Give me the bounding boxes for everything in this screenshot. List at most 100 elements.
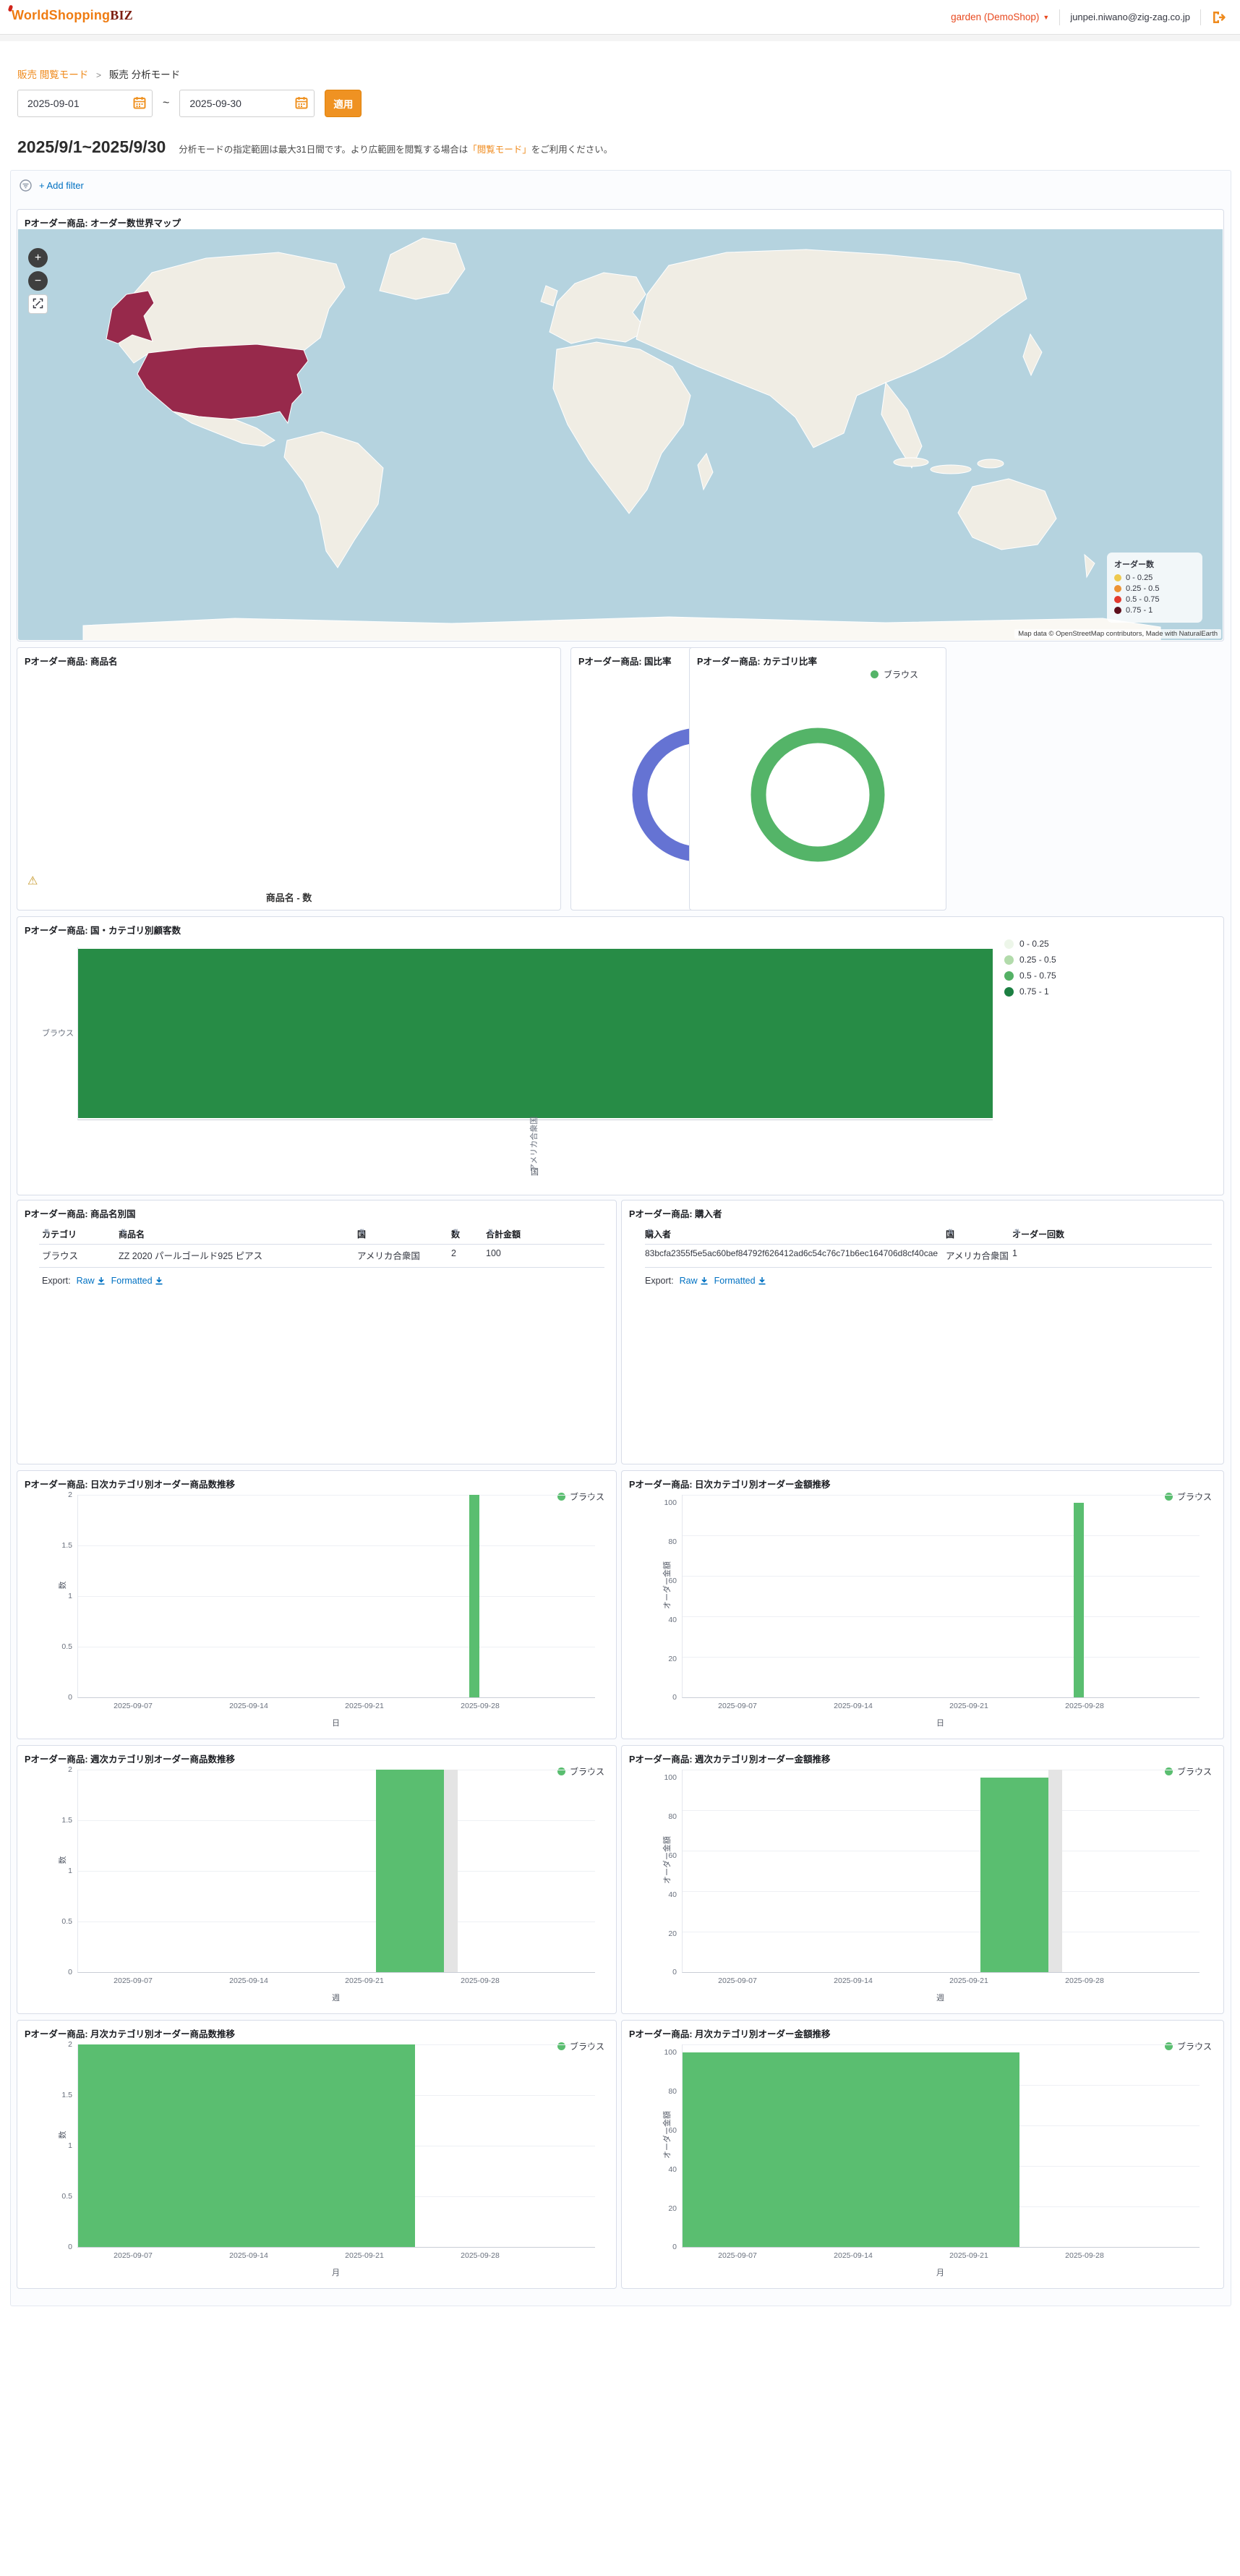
period-heading: 2025/9/1~2025/9/30分析モードの指定範囲は最大31日間です。より… [17, 137, 612, 157]
heatmap-cell[interactable] [78, 949, 993, 1118]
bar-blouse[interactable] [683, 2052, 1019, 2247]
panel-title: Pオーダー商品: 週次カテゴリ別オーダー商品数推移 [25, 1752, 235, 1765]
heatmap-plot [77, 947, 993, 1120]
plot-area[interactable] [77, 1495, 595, 1698]
table-row[interactable]: 83bcfa2355f5e5ac60bef84792f626412ad6c54c… [622, 1248, 1223, 1263]
shop-selector[interactable]: garden (DemoShop) ▼ [951, 12, 1049, 22]
yaxis-ticks: 2 1.5 1 0.5 0 [46, 1770, 72, 1972]
bar-blouse[interactable] [376, 1770, 444, 1972]
table-divider [39, 1244, 604, 1245]
panel-category-ratio: Pオーダー商品: カテゴリ比率 ブラウス [689, 647, 946, 910]
yaxis-ticks: 2 1.5 1 0.5 0 [46, 1495, 72, 1697]
xaxis-ticks: 2025-09-07 2025-09-14 2025-09-21 2025-09… [682, 2251, 1199, 2261]
xaxis-ticks: 2025-09-07 2025-09-14 2025-09-21 2025-09… [77, 1702, 594, 1712]
table-divider [645, 1244, 1212, 1245]
view-mode-link[interactable]: 「閲覧モード」 [468, 145, 531, 155]
header-divider [1200, 9, 1201, 25]
apply-button[interactable]: 適用 [325, 90, 362, 117]
add-filter-button[interactable]: + Add filter [39, 180, 84, 191]
heatmap-xaxis-label: 国 [77, 1166, 992, 1177]
sort-icon: ⇅ [44, 1228, 50, 1236]
map-legend-item: 0 - 0.25 [1114, 573, 1195, 582]
export-raw-link[interactable]: Raw [680, 1276, 709, 1286]
map-draw-bounds-button[interactable] [28, 294, 48, 314]
sort-icon: ⇅ [488, 1228, 494, 1236]
download-icon [758, 1276, 766, 1285]
logo-brand: WorldShopping [12, 8, 110, 22]
panel-world-map: Pオーダー商品: オーダー数世界マップ [17, 209, 1224, 641]
breadcrumb: 販売 閲覧モード > 販売 分析モード [17, 67, 180, 81]
calendar-icon[interactable] [295, 96, 308, 109]
logout-button[interactable] [1211, 10, 1227, 25]
xaxis-ticks: 2025-09-07 2025-09-14 2025-09-21 2025-09… [682, 1976, 1199, 1987]
start-date-input[interactable] [17, 90, 153, 117]
breadcrumb-current: 販売 分析モード [109, 69, 180, 80]
plot-area[interactable] [682, 1770, 1200, 1973]
sort-icon: ⇅ [121, 1228, 127, 1236]
plot-area[interactable] [682, 1495, 1200, 1698]
bar-blouse[interactable] [469, 1495, 479, 1697]
bar-blouse[interactable] [78, 2044, 415, 2247]
panel-product-name: Pオーダー商品: 商品名 ⚠ 商品名 - 数 [17, 647, 561, 910]
legend-dot [1004, 971, 1014, 981]
world-map[interactable]: + − オーダー数 0 - 0.25 0.25 - 0.5 0.5 - 0.75… [18, 229, 1223, 640]
app-header: WorldShoppingBIZ garden (DemoShop) ▼ jun… [0, 0, 1240, 35]
heatmap-legend-item[interactable]: 0 - 0.25 [1004, 939, 1056, 949]
filter-bar: + Add filter [20, 179, 84, 192]
chart-subtitle: 商品名 - 数 [17, 890, 560, 904]
heatmap-legend-item[interactable]: 0.25 - 0.5 [1004, 955, 1056, 965]
date-range-separator: ~ [163, 97, 169, 110]
panel-monthly-count-chart: Pオーダー商品: 月次カテゴリ別オーダー商品数推移 ブラウス 数 2 1.5 1… [17, 2020, 617, 2289]
legend-dot [871, 670, 878, 678]
panel-title: Pオーダー商品: 商品名 [25, 654, 117, 668]
plot-area[interactable] [77, 2044, 595, 2248]
breadcrumb-separator: > [96, 70, 101, 80]
incomplete-period-band [444, 1770, 458, 1972]
map-zoom-out-button[interactable]: − [28, 271, 48, 291]
panel-table-buyers: Pオーダー商品: 購入者 購入者⇅ 国⇅ オーダー回数⇅ 83bcfa2355f… [621, 1200, 1224, 1464]
map-zoom-in-button[interactable]: + [28, 248, 48, 268]
shop-selector-label: garden (DemoShop) [951, 12, 1039, 22]
donut-chart-category [745, 722, 890, 867]
legend-dot [1114, 607, 1121, 614]
user-email: junpei.niwano@zig-zag.co.jp [1070, 12, 1190, 22]
download-icon [700, 1276, 709, 1285]
panel-title: Pオーダー商品: 日次カテゴリ別オーダー商品数推移 [25, 1477, 235, 1490]
plot-area[interactable] [77, 1770, 595, 1973]
export-raw-link[interactable]: Raw [77, 1276, 106, 1286]
header-divider [1059, 9, 1060, 25]
warning-icon[interactable]: ⚠ [27, 874, 38, 888]
xaxis-label: 月 [77, 2266, 594, 2278]
download-icon [155, 1276, 163, 1285]
table-divider [39, 1267, 604, 1268]
chart-legend[interactable]: ブラウス [871, 668, 918, 681]
calendar-icon[interactable] [133, 96, 146, 109]
legend-dot [1004, 939, 1014, 949]
heatmap-legend: 0 - 0.25 0.25 - 0.5 0.5 - 0.75 0.75 - 1 [1004, 939, 1056, 1002]
yaxis-ticks: 2 1.5 1 0.5 0 [46, 2044, 72, 2247]
heatmap-legend-item[interactable]: 0.5 - 0.75 [1004, 971, 1056, 981]
table-row[interactable]: ブラウス ZZ 2020 パールゴールド925 ピアス アメリカ合衆国 2 10… [17, 1248, 616, 1263]
xaxis-label: 週 [682, 1992, 1199, 2003]
heatmap-legend-item[interactable]: 0.75 - 1 [1004, 986, 1056, 997]
panel-title: Pオーダー商品: 国・カテゴリ別顧客数 [25, 923, 181, 937]
export-formatted-link[interactable]: Formatted [714, 1276, 766, 1286]
xaxis-label: 日 [77, 1717, 594, 1728]
panel-title: Pオーダー商品: オーダー数世界マップ [25, 216, 181, 229]
end-date-input[interactable] [179, 90, 315, 117]
period-title: 2025/9/1~2025/9/30 [17, 137, 166, 156]
panel-monthly-amount-chart: Pオーダー商品: 月次カテゴリ別オーダー金額推移 ブラウス オーダー金額 100… [621, 2020, 1224, 2289]
table-header-row: カテゴリ⇅ 商品名⇅ 国⇅ 数⇅ 合計金額⇅ [17, 1228, 616, 1242]
panel-title: Pオーダー商品: 日次カテゴリ別オーダー金額推移 [629, 1477, 830, 1490]
start-date-box [17, 90, 153, 117]
bar-blouse[interactable] [980, 1778, 1048, 1972]
filter-icon[interactable] [20, 179, 32, 192]
bar-blouse[interactable] [1074, 1503, 1084, 1697]
breadcrumb-view-mode-link[interactable]: 販売 閲覧モード [17, 69, 88, 80]
logout-icon [1211, 10, 1227, 25]
legend-dot [1114, 574, 1121, 581]
panel-daily-amount-chart: Pオーダー商品: 日次カテゴリ別オーダー金額推移 ブラウス オーダー金額 100… [621, 1470, 1224, 1739]
xaxis-label: 月 [682, 2266, 1199, 2278]
export-formatted-link[interactable]: Formatted [111, 1276, 163, 1286]
plot-area[interactable] [682, 2044, 1200, 2248]
